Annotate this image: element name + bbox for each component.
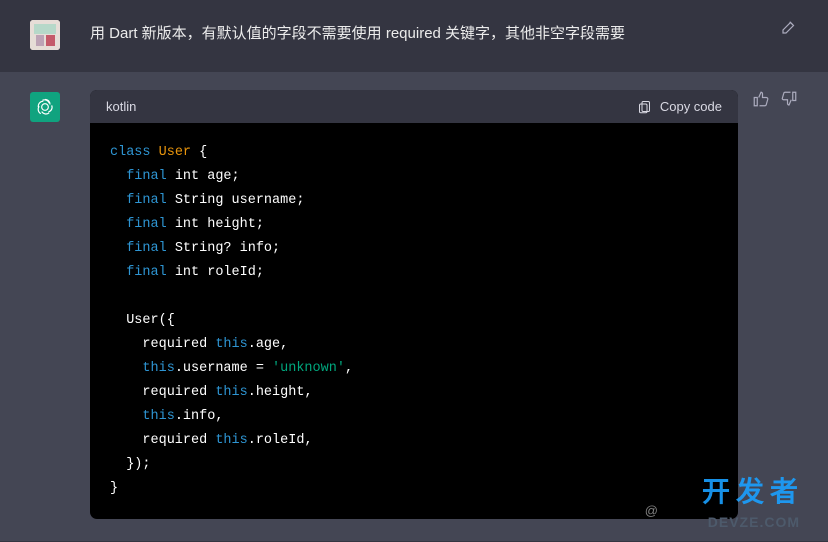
assistant-content: kotlin Copy code class User { final int … bbox=[90, 90, 828, 519]
watermark-cn: 开发者 bbox=[702, 470, 804, 510]
assistant-avatar-gutter bbox=[0, 90, 90, 519]
thumbs-up-icon[interactable] bbox=[752, 90, 770, 108]
code-block: kotlin Copy code class User { final int … bbox=[90, 90, 738, 519]
avatar-image bbox=[30, 20, 60, 50]
clipboard-icon bbox=[637, 99, 652, 114]
user-text: 用 Dart 新版本，有默认值的字段不需要使用 required 关键字，其他非… bbox=[90, 18, 738, 46]
copy-code-label: Copy code bbox=[660, 99, 722, 114]
credit-text: @ bbox=[645, 503, 658, 518]
code-body[interactable]: class User { final int age; final String… bbox=[90, 123, 738, 519]
user-message-actions bbox=[780, 18, 798, 36]
assistant-avatar bbox=[30, 92, 60, 122]
copy-code-button[interactable]: Copy code bbox=[637, 99, 722, 114]
code-header: kotlin Copy code bbox=[90, 90, 738, 123]
user-avatar-gutter bbox=[0, 18, 90, 50]
user-avatar bbox=[30, 20, 60, 50]
user-content: 用 Dart 新版本，有默认值的字段不需要使用 required 关键字，其他非… bbox=[90, 18, 828, 50]
code-language-label: kotlin bbox=[106, 99, 136, 114]
openai-icon bbox=[35, 97, 55, 117]
watermark-en: DEVZE.COM bbox=[708, 514, 800, 530]
user-message: 用 Dart 新版本，有默认值的字段不需要使用 required 关键字，其他非… bbox=[0, 0, 828, 72]
edit-icon[interactable] bbox=[780, 18, 798, 36]
assistant-message-actions bbox=[752, 90, 798, 108]
thumbs-down-icon[interactable] bbox=[780, 90, 798, 108]
